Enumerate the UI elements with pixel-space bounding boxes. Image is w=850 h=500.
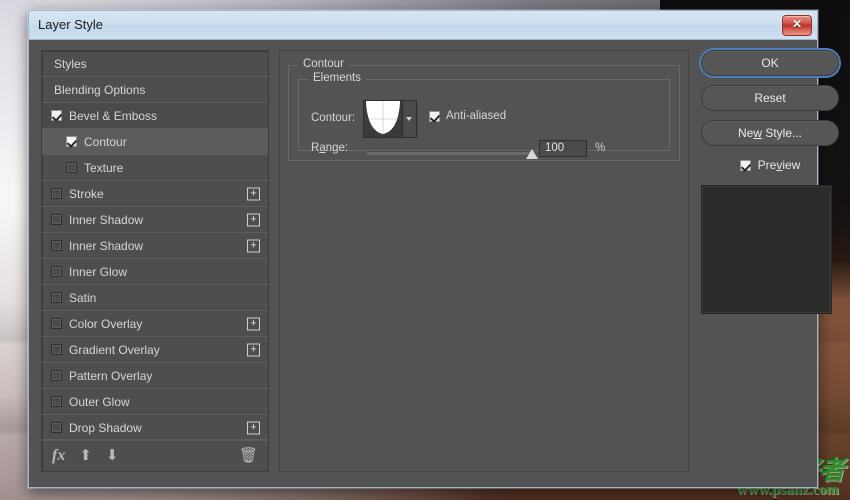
style-list-item[interactable]: Contour <box>42 129 268 155</box>
style-item-label: Texture <box>84 160 124 175</box>
anti-aliased-checkbox[interactable]: Anti-aliased <box>429 110 506 122</box>
style-item-label: Contour <box>84 134 127 149</box>
preview-checkbox[interactable]: Preview <box>701 155 839 175</box>
contour-group: Contour Elements Contour: Anti-aliased R… <box>288 58 680 161</box>
range-value-input[interactable]: 100 <box>539 140 587 157</box>
move-down-icon[interactable]: ⬇ <box>106 448 119 463</box>
anti-aliased-checkbox-box <box>429 110 440 122</box>
styles-list: Styles Blending Options Bevel & Emboss Cont… <box>42 51 268 441</box>
styles-list-panel: Styles Blending Options Bevel & Emboss Cont… <box>41 50 269 472</box>
style-item-label: Inner Shadow <box>69 212 144 227</box>
style-item-checkbox[interactable] <box>51 370 62 381</box>
style-item-checkbox[interactable] <box>51 188 62 199</box>
range-field-label: Range: <box>311 142 349 154</box>
style-item-label: Satin <box>69 290 97 305</box>
style-item-label: Styles <box>54 56 87 71</box>
dialog-title: Layer Style <box>38 17 104 32</box>
style-item-checkbox[interactable] <box>51 396 62 407</box>
style-item-checkbox[interactable] <box>51 110 62 121</box>
elements-group: Elements Contour: Anti-aliased Range: 10… <box>298 72 670 159</box>
range-slider[interactable] <box>367 146 538 160</box>
style-list-item[interactable]: Outer Glow <box>42 389 268 415</box>
style-item-label: Color Overlay <box>69 316 143 331</box>
chevron-down-icon[interactable] <box>402 101 416 137</box>
style-item-label: Gradient Overlay <box>69 342 160 357</box>
style-item-checkbox[interactable] <box>51 422 62 433</box>
dialog-action-column: OK Reset New Style... Preview <box>701 50 839 314</box>
style-item-label: Outer Glow <box>69 394 130 409</box>
style-item-checkbox[interactable] <box>51 266 62 277</box>
style-list-item[interactable]: Satin <box>42 285 268 311</box>
contour-settings-panel: Contour Elements Contour: Anti-aliased R… <box>279 50 689 472</box>
style-list-item[interactable]: Inner Shadow + <box>42 207 268 233</box>
style-list-item[interactable]: Blending Options <box>42 77 268 103</box>
contour-group-title: Contour <box>298 58 349 70</box>
new-style-button[interactable]: New Style... <box>701 120 839 146</box>
ok-button[interactable]: OK <box>701 50 839 76</box>
style-item-checkbox[interactable] <box>51 344 62 355</box>
layer-preview-thumbnail <box>701 185 832 314</box>
preview-label: Preview <box>757 158 801 172</box>
layer-style-dialog: Layer Style ✕ Styles Blending Options Beve… <box>28 10 839 488</box>
style-list-item[interactable]: Pattern Overlay <box>42 363 268 389</box>
style-item-checkbox[interactable] <box>51 240 62 251</box>
add-effect-plus-icon[interactable]: + <box>247 239 260 252</box>
style-item-label: Stroke <box>69 186 104 201</box>
preview-checkbox-box <box>739 159 751 171</box>
range-slider-thumb[interactable] <box>526 149 538 159</box>
style-list-item[interactable]: Stroke + <box>42 181 268 207</box>
style-item-label: Blending Options <box>54 82 146 97</box>
style-list-item[interactable]: Bevel & Emboss <box>42 103 268 129</box>
style-item-label: Pattern Overlay <box>69 368 153 383</box>
style-item-label: Inner Glow <box>69 264 128 279</box>
style-item-label: Drop Shadow <box>69 420 142 435</box>
style-item-checkbox[interactable] <box>51 318 62 329</box>
style-item-checkbox[interactable] <box>66 162 77 173</box>
fx-icon[interactable]: fx <box>52 447 65 464</box>
add-effect-plus-icon[interactable]: + <box>247 317 260 330</box>
style-list-item[interactable]: Color Overlay + <box>42 311 268 337</box>
close-button[interactable]: ✕ <box>782 15 812 36</box>
elements-group-title: Elements <box>308 72 366 84</box>
style-item-checkbox[interactable] <box>66 136 77 147</box>
contour-preset-picker[interactable] <box>363 100 417 138</box>
range-slider-track <box>367 151 532 155</box>
style-item-label: Inner Shadow <box>69 238 144 253</box>
add-effect-plus-icon[interactable]: + <box>247 187 260 200</box>
dialog-titlebar[interactable]: Layer Style ✕ <box>29 11 817 40</box>
style-item-checkbox[interactable] <box>51 214 62 225</box>
add-effect-plus-icon[interactable]: + <box>247 213 260 226</box>
trash-icon[interactable]: 🗑 <box>239 448 258 463</box>
add-effect-plus-icon[interactable]: + <box>247 421 260 434</box>
style-list-item[interactable]: Inner Shadow + <box>42 233 268 259</box>
style-list-item[interactable]: Drop Shadow + <box>42 415 268 441</box>
anti-aliased-label: Anti-aliased <box>446 110 507 122</box>
style-list-item[interactable]: Gradient Overlay + <box>42 337 268 363</box>
style-list-item[interactable]: Styles <box>42 51 268 77</box>
contour-curve-thumbnail <box>364 101 402 137</box>
styles-list-toolbar: fx ⬆ ⬇ 🗑 <box>42 439 268 471</box>
range-unit-label: % <box>595 142 606 154</box>
close-icon: ✕ <box>791 17 803 31</box>
style-item-checkbox[interactable] <box>51 292 62 303</box>
reset-button[interactable]: Reset <box>701 85 839 111</box>
move-up-icon[interactable]: ⬆ <box>79 448 92 463</box>
contour-field-label: Contour: <box>311 112 356 124</box>
style-item-label: Bevel & Emboss <box>69 108 158 123</box>
dialog-body: Styles Blending Options Bevel & Emboss Cont… <box>29 40 839 487</box>
style-list-item[interactable]: Inner Glow <box>42 259 268 285</box>
style-list-item[interactable]: Texture <box>42 155 268 181</box>
add-effect-plus-icon[interactable]: + <box>247 343 260 356</box>
